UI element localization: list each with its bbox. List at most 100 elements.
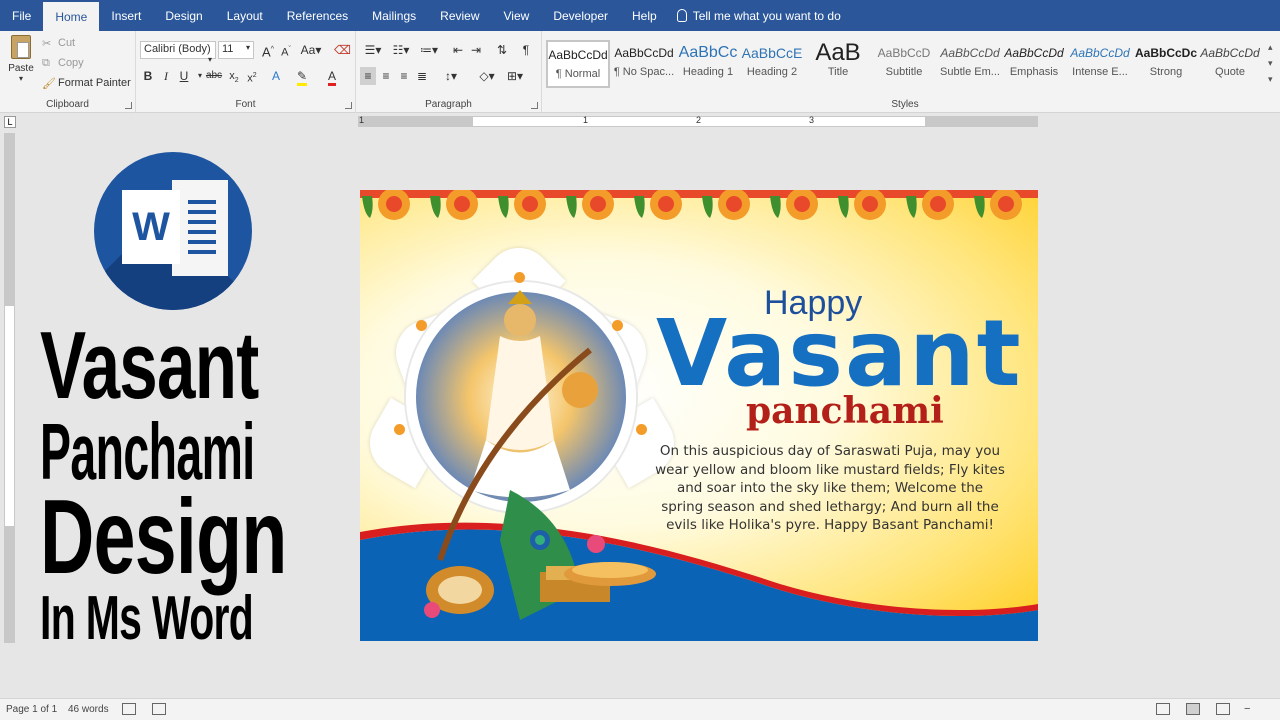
tab-developer[interactable]: Developer bbox=[541, 0, 620, 31]
tab-stop-selector[interactable]: L bbox=[4, 116, 16, 128]
clipboard-group: Paste ▾ ✂ Cut ⧉ Copy 🖌 Format Painter Cl… bbox=[0, 31, 136, 113]
font-color-button[interactable]: A bbox=[324, 67, 340, 86]
proofing-icon[interactable] bbox=[122, 703, 136, 715]
decrease-indent-button[interactable]: ⇤ bbox=[450, 41, 466, 59]
bold-button[interactable]: B bbox=[140, 67, 156, 85]
align-right-button[interactable]: ≡ bbox=[396, 67, 412, 85]
garland-leaf bbox=[838, 196, 849, 218]
tab-design[interactable]: Design bbox=[153, 0, 214, 31]
greeting-card-image[interactable]: Happy Vasant panchami On this auspicious… bbox=[360, 190, 1038, 641]
garland-leaf bbox=[974, 196, 985, 218]
print-layout-icon[interactable] bbox=[1186, 703, 1200, 715]
cut-button[interactable]: ✂ Cut bbox=[42, 37, 75, 50]
orange-dot bbox=[514, 272, 525, 283]
style-subtitle[interactable]: AaBbCcD Subtitle bbox=[872, 40, 936, 88]
ruler-number: 2 bbox=[696, 115, 702, 125]
tab-references[interactable]: References bbox=[275, 0, 360, 31]
headline-line-1: Vasant bbox=[40, 312, 259, 419]
style-intense-emphasis[interactable]: AaBbCcDd Intense E... bbox=[1068, 40, 1132, 88]
highlight-color-button[interactable]: ✎ bbox=[294, 67, 310, 86]
style-sample: AaB bbox=[815, 40, 861, 66]
underline-button[interactable]: U bbox=[176, 67, 192, 85]
style-no-spacing[interactable]: AaBbCcDd ¶ No Spac... bbox=[612, 40, 676, 88]
headline-line-3: Design bbox=[40, 478, 287, 596]
subscript-button[interactable]: x2 bbox=[226, 67, 242, 85]
tab-review[interactable]: Review bbox=[428, 0, 491, 31]
tab-mailings[interactable]: Mailings bbox=[360, 0, 428, 31]
font-launcher-icon[interactable] bbox=[345, 102, 352, 109]
change-case-button[interactable]: Aa▾ bbox=[300, 41, 322, 59]
word-count[interactable]: 46 words bbox=[68, 704, 109, 715]
web-layout-icon[interactable] bbox=[1216, 703, 1230, 715]
multilevel-list-button[interactable]: ≔▾ bbox=[416, 41, 442, 59]
read-mode-icon[interactable] bbox=[1156, 703, 1170, 715]
strikethrough-button[interactable]: abc bbox=[204, 67, 224, 85]
align-center-button[interactable]: ≡ bbox=[378, 67, 394, 85]
ruler-right-margin bbox=[925, 117, 1037, 126]
style-subtle-emphasis[interactable]: AaBbCcDd Subtle Em... bbox=[938, 40, 1002, 88]
clipboard-launcher-icon[interactable] bbox=[125, 102, 132, 109]
lightbulb-icon bbox=[676, 9, 687, 22]
tab-view[interactable]: View bbox=[492, 0, 542, 31]
marigold-center bbox=[386, 196, 402, 212]
tab-home[interactable]: Home bbox=[43, 2, 100, 31]
tab-layout[interactable]: Layout bbox=[215, 0, 275, 31]
bullets-button[interactable]: ☰▾ bbox=[360, 41, 386, 59]
font-size-select[interactable]: 11 ▾ bbox=[218, 41, 254, 59]
style-strong[interactable]: AaBbCcDc Strong bbox=[1134, 40, 1198, 88]
style-name: ¶ Normal bbox=[555, 68, 601, 80]
ms-word-logo: W bbox=[94, 152, 252, 310]
font-group: Calibri (Body) ▾ 11 ▾ A^ Aˇ Aa▾ ⌫ B I U ▾ … bbox=[136, 31, 356, 113]
style-name: Heading 2 bbox=[746, 66, 798, 78]
style-sample: AaBbCc bbox=[678, 44, 738, 61]
paintbrush-icon: 🖌 bbox=[42, 78, 56, 90]
shrink-font-button[interactable]: Aˇ bbox=[278, 41, 294, 59]
vertical-ruler[interactable] bbox=[4, 133, 15, 643]
text-effects-button[interactable]: A bbox=[268, 67, 284, 85]
format-painter-label: Format Painter bbox=[58, 77, 131, 89]
page-count[interactable]: Page 1 of 1 bbox=[6, 704, 57, 715]
format-painter-button[interactable]: 🖌 Format Painter bbox=[42, 77, 131, 90]
superscript-button[interactable]: x2 bbox=[244, 67, 260, 85]
numbering-button[interactable]: ☷▾ bbox=[388, 41, 414, 59]
paste-button[interactable]: Paste ▾ bbox=[6, 35, 36, 93]
style-quote[interactable]: AaBbCcDd Quote bbox=[1198, 40, 1262, 88]
justify-button[interactable]: ≣ bbox=[414, 67, 430, 85]
clear-formatting-icon[interactable]: ⌫ bbox=[334, 41, 351, 59]
tab-help[interactable]: Help bbox=[620, 0, 669, 31]
sort-button[interactable]: ⇅ bbox=[494, 41, 510, 59]
vertical-ruler-top-margin bbox=[5, 134, 14, 306]
shading-button[interactable]: ◇▾ bbox=[476, 67, 498, 85]
tab-insert[interactable]: Insert bbox=[99, 0, 153, 31]
garland-leaf bbox=[634, 196, 645, 218]
align-left-button[interactable]: ≡ bbox=[360, 67, 376, 85]
italic-button[interactable]: I bbox=[158, 67, 174, 85]
tab-file[interactable]: File bbox=[0, 0, 43, 31]
horizontal-ruler[interactable]: 1 1 2 3 bbox=[358, 115, 1038, 127]
font-name-select[interactable]: Calibri (Body) ▾ bbox=[140, 41, 216, 64]
zoom-out-icon[interactable]: − bbox=[1244, 703, 1250, 715]
styles-scroll-icon[interactable]: ▴ ▾ ▾ bbox=[1268, 39, 1273, 87]
style-sample: AaBbCcDd bbox=[614, 46, 674, 60]
paragraph-launcher-icon[interactable] bbox=[531, 102, 538, 109]
tell-me-box[interactable]: Tell me what you want to do bbox=[669, 0, 841, 31]
show-hide-marks-button[interactable]: ¶ bbox=[518, 41, 534, 59]
style-sample: AaBbCcDd bbox=[940, 46, 1000, 60]
garland-leaf bbox=[430, 196, 441, 218]
word-letter-tile: W bbox=[122, 190, 180, 264]
garland-leaf bbox=[566, 196, 577, 218]
marigold-center bbox=[862, 196, 878, 212]
style-title[interactable]: AaB Title bbox=[806, 40, 870, 88]
macro-record-icon[interactable] bbox=[152, 703, 166, 715]
grow-font-button[interactable]: A^ bbox=[260, 41, 276, 59]
style-heading-2[interactable]: AaBbCcE Heading 2 bbox=[740, 40, 804, 88]
line-spacing-button[interactable]: ↕▾ bbox=[440, 67, 462, 85]
style-emphasis[interactable]: AaBbCcDd Emphasis bbox=[1002, 40, 1066, 88]
increase-indent-button[interactable]: ⇥ bbox=[468, 41, 484, 59]
garland-leaf bbox=[702, 196, 713, 218]
marigold-center bbox=[998, 196, 1014, 212]
style-normal[interactable]: AaBbCcDd ¶ Normal bbox=[546, 40, 610, 88]
style-heading-1[interactable]: AaBbCc Heading 1 bbox=[676, 40, 740, 88]
borders-button[interactable]: ⊞▾ bbox=[504, 67, 526, 85]
copy-button[interactable]: ⧉ Copy bbox=[42, 57, 84, 69]
